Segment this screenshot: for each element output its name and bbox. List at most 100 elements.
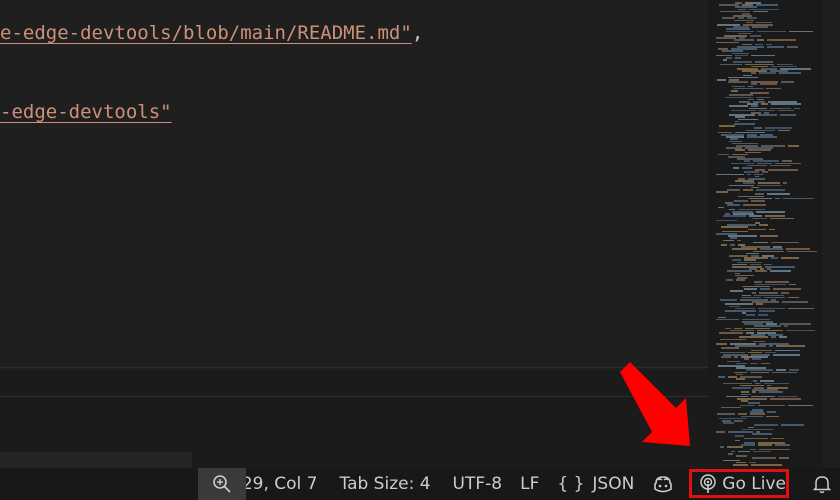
notifications-button[interactable]	[804, 468, 840, 500]
minimap-line	[742, 167, 752, 169]
minimap-line	[726, 279, 733, 281]
editor[interactable]: e-edge-devtools/blob/main/README.md", -e…	[0, 0, 708, 468]
minimap-line	[733, 167, 739, 169]
minimap-line	[759, 224, 768, 226]
minimap-line	[736, 378, 745, 380]
minimap-line	[761, 362, 770, 365]
minimap-line	[716, 41, 739, 44]
minimap-line	[758, 404, 785, 407]
minimap-line	[756, 4, 778, 6]
minimap-line	[758, 114, 777, 116]
minimap-line	[730, 290, 743, 292]
file-encoding[interactable]: UTF-8	[444, 468, 512, 500]
minimap-line	[735, 345, 766, 347]
minimap-line	[734, 356, 738, 358]
string-quote: "	[160, 101, 172, 123]
minimap-line	[734, 200, 748, 202]
minimap-line	[780, 114, 796, 116]
panel-divider	[0, 367, 708, 368]
minimap-line	[754, 424, 778, 426]
minimap-line	[771, 103, 801, 105]
minimap-line	[786, 329, 815, 332]
minimap-line	[716, 37, 736, 39]
minimap-line	[769, 345, 773, 347]
minimap-line	[752, 457, 776, 459]
minimap-line	[744, 288, 757, 290]
tab-size[interactable]: Tab Size: 4	[331, 468, 440, 500]
minimap-line	[718, 376, 725, 378]
minimap-line	[736, 279, 745, 281]
minimap[interactable]	[708, 0, 840, 468]
minimap-line	[766, 87, 781, 90]
minimap-line	[732, 266, 762, 268]
minimap-line	[725, 310, 756, 312]
minimap-line	[746, 314, 755, 316]
minimap-line	[760, 235, 778, 237]
string-quote: "	[400, 22, 412, 44]
language-label: JSON	[592, 474, 635, 494]
minimap-line	[735, 149, 745, 151]
minimap-line	[753, 450, 771, 453]
minimap-line	[781, 257, 799, 259]
minimap-line	[735, 439, 740, 442]
minimap-line	[717, 413, 735, 415]
minimap-line	[752, 26, 768, 28]
minimap-line	[781, 424, 804, 426]
minimap-line	[740, 404, 755, 407]
minimap-line	[776, 345, 805, 347]
minimap-line	[770, 398, 801, 400]
end-of-line[interactable]: LF	[511, 468, 548, 500]
minimap-line	[756, 211, 785, 213]
minimap-line	[728, 453, 733, 455]
minimap-line	[756, 303, 763, 305]
minimap-line	[744, 358, 749, 360]
minimap-line	[723, 215, 746, 217]
minimap-line	[788, 296, 799, 299]
minimap-line	[734, 87, 763, 90]
minimap-line	[760, 83, 777, 85]
minimap-line	[736, 455, 747, 457]
minimap-line	[728, 431, 753, 433]
minimap-line	[759, 72, 776, 74]
minimap-line	[752, 391, 756, 393]
minimap-line	[720, 446, 724, 448]
minimap-line	[760, 288, 770, 290]
minimap-line	[753, 241, 768, 244]
minimap-line	[788, 404, 813, 407]
panel-input-strip	[0, 452, 192, 468]
minimap-line	[731, 90, 738, 92]
minimap-line	[716, 173, 744, 176]
minimap-line	[750, 371, 769, 374]
minimap-line	[738, 450, 750, 453]
minimap-line	[755, 270, 767, 272]
minimap-line	[723, 422, 734, 424]
minimap-line	[773, 354, 800, 356]
language-mode[interactable]: { } JSON	[548, 468, 643, 500]
minimap-line	[784, 325, 788, 327]
minimap-line	[771, 241, 799, 244]
minimap-line	[744, 437, 768, 440]
zoom-button[interactable]	[198, 468, 246, 500]
minimap-line	[778, 109, 794, 112]
minimap-line	[757, 39, 764, 41]
vertical-scrollbar[interactable]	[822, 0, 840, 468]
minimap-line	[767, 46, 784, 48]
minimap-line	[775, 197, 780, 200]
minimap-line	[775, 444, 790, 446]
minimap-line	[766, 415, 779, 418]
minimap-line	[727, 189, 740, 191]
copilot-button[interactable]	[643, 468, 683, 500]
minimap-line	[741, 444, 755, 446]
minimap-line	[730, 244, 735, 246]
minimap-line	[768, 169, 798, 171]
minimap-line	[781, 81, 794, 83]
string-token: e-edge-devtools/blob/main/README.md	[0, 22, 401, 44]
minimap-line	[743, 204, 766, 206]
minimap-line	[747, 173, 751, 176]
minimap-line	[771, 257, 778, 259]
minimap-line	[778, 129, 790, 132]
minimap-line	[770, 217, 794, 220]
minimap-line	[794, 107, 800, 110]
minimap-line	[721, 406, 741, 409]
minimap-line	[735, 435, 744, 437]
